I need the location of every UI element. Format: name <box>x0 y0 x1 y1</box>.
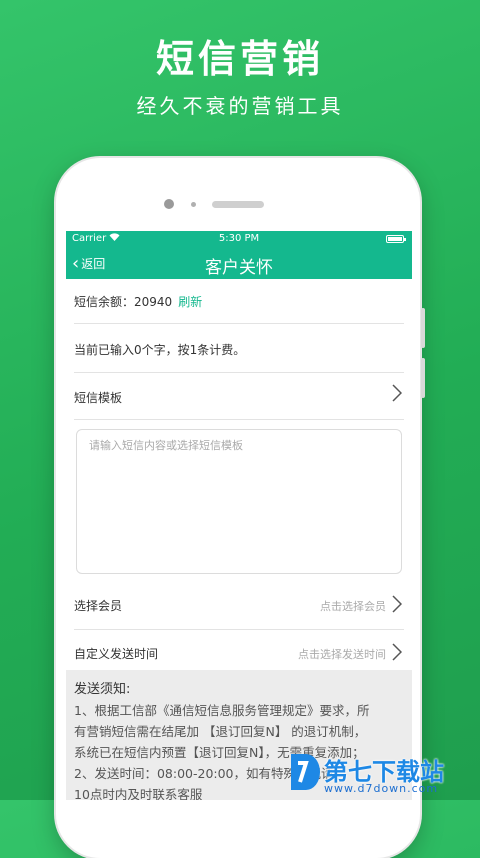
balance-label: 短信余额：20940 <box>74 295 173 309</box>
message-textarea[interactable]: 请输入短信内容或选择短信模板 <box>76 429 402 574</box>
template-label: 短信模板 <box>74 391 123 405</box>
volume-up-button <box>421 308 425 348</box>
notice-line: 1、根据工信部《通信短信息服务管理规定》要求，所 <box>74 703 370 718</box>
notice-title: 发送须知: <box>74 682 131 697</box>
notice-line: 有营销短信需在结尾加 【退订回复N】 的退订机制， <box>74 724 367 739</box>
watermark-logo-icon <box>288 750 322 794</box>
chevron-right-icon <box>392 642 403 666</box>
proximity-sensor <box>191 202 196 207</box>
message-placeholder: 请输入短信内容或选择短信模板 <box>89 439 243 452</box>
char-count-text: 当前已输入0个字，按1条计费。 <box>74 343 246 357</box>
balance-row: 短信余额：20940 刷新 <box>74 279 404 324</box>
status-time: 5:30 PM <box>218 233 260 244</box>
balance-text: 短信余额：20940 刷新 <box>74 293 202 310</box>
battery-icon <box>386 235 406 243</box>
front-camera <box>164 199 174 209</box>
volume-down-button <box>421 358 425 398</box>
earpiece-speaker <box>212 201 264 208</box>
hero-title: 短信营销 <box>155 37 324 81</box>
template-row[interactable]: 短信模板 <box>74 373 404 420</box>
chevron-right-icon <box>392 383 403 407</box>
watermark-url: www.d7down.com <box>324 782 439 795</box>
member-hint: 点击选择会员 <box>320 600 386 613</box>
page-title: 客户关怀 <box>205 258 273 278</box>
char-count-row: 当前已输入0个字，按1条计费。 <box>74 324 404 373</box>
member-label: 选择会员 <box>74 599 123 613</box>
chevron-right-icon <box>392 594 403 618</box>
hero-subtitle: 经久不衰的营销工具 <box>136 94 344 118</box>
watermark: 第七下载站 www.d7down.com <box>288 750 480 800</box>
refresh-link[interactable]: 刷新 <box>178 295 202 309</box>
app-screen: Carrier 5:30 PM ‹ 返回 客户关怀 短信余额：20940 刷新 当… <box>66 231 412 800</box>
send-time-label: 自定义发送时间 <box>74 647 159 661</box>
status-bar: Carrier 5:30 PM <box>66 231 412 248</box>
send-time-hint: 点击选择发送时间 <box>298 648 386 661</box>
select-member-row[interactable]: 选择会员 点击选择会员 <box>74 582 404 630</box>
nav-bar: ‹ 返回 客户关怀 <box>66 248 412 279</box>
